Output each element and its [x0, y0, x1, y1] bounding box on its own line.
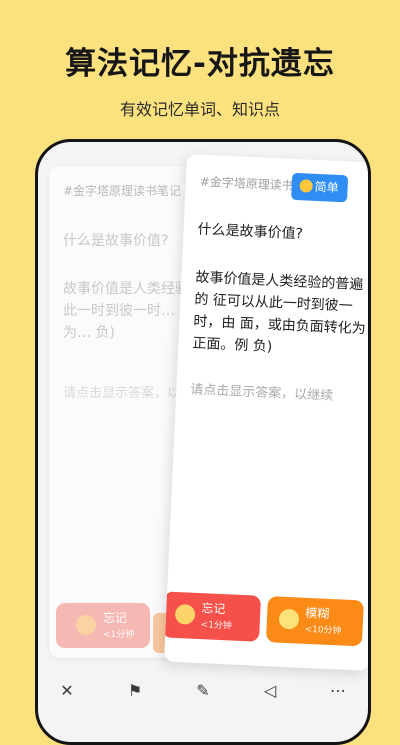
forget-button[interactable]: 忘记 <1分钟 — [163, 591, 262, 642]
flag-icon[interactable]: ⚑ — [125, 681, 145, 701]
difficulty-badge[interactable]: 简单 — [291, 172, 349, 203]
forget-interval: <1分钟 — [200, 620, 233, 632]
forget-interval: <1分钟 — [103, 630, 135, 640]
card-hint[interactable]: 请点击显示答案，以继续 — [190, 378, 334, 403]
card-hint: 请点击显示答案，以… — [63, 386, 194, 401]
front-flashcard[interactable]: #金字塔原理读书 简单 什么是故事价值? 故事价值是人类经验的普遍的 征可以从此… — [163, 154, 368, 671]
card-question: 什么是故事价值? — [63, 233, 169, 249]
forget-label: 忘记 — [103, 611, 128, 625]
card-question: 什么是故事价值? — [197, 221, 304, 243]
confused-face-icon — [278, 608, 300, 630]
subheadline: 有效记忆单词、知识点 — [119, 100, 280, 119]
vague-button[interactable]: 模糊 <10分钟 — [265, 596, 364, 647]
face-icon — [76, 615, 96, 635]
forget-label: 忘记 — [201, 601, 226, 617]
dizzy-face-icon — [174, 603, 196, 625]
badge-label: 简单 — [314, 179, 339, 195]
bottom-toolbar: ✕ ⚑ ✎ ◁ ⋯ — [38, 674, 368, 710]
close-icon[interactable]: ✕ — [57, 681, 77, 701]
vague-interval: <10分钟 — [304, 624, 342, 637]
card-tag: #金字塔原理读书笔记 — [63, 184, 182, 198]
vague-label: 模糊 — [304, 605, 330, 621]
pencil-icon[interactable]: ✎ — [193, 681, 213, 701]
card-answer: 故事价值是人类经验的普遍的 征可以从此一时到彼一时，由 面，或由负面转化为正面。… — [192, 269, 367, 356]
forget-button-back: 忘记 <1分钟 — [56, 603, 150, 648]
headline: 算法记忆-对抗遗忘 — [65, 46, 335, 82]
card-tag: #金字塔原理读书 — [199, 174, 295, 193]
phone-frame: #金字塔原理读书笔记 什么是故事价值? 故事价值是人类经验的普遍… 征可以从此一… — [35, 139, 371, 745]
smile-icon — [299, 179, 313, 193]
speaker-icon[interactable]: ◁ — [260, 681, 280, 701]
more-icon[interactable]: ⋯ — [328, 681, 348, 701]
